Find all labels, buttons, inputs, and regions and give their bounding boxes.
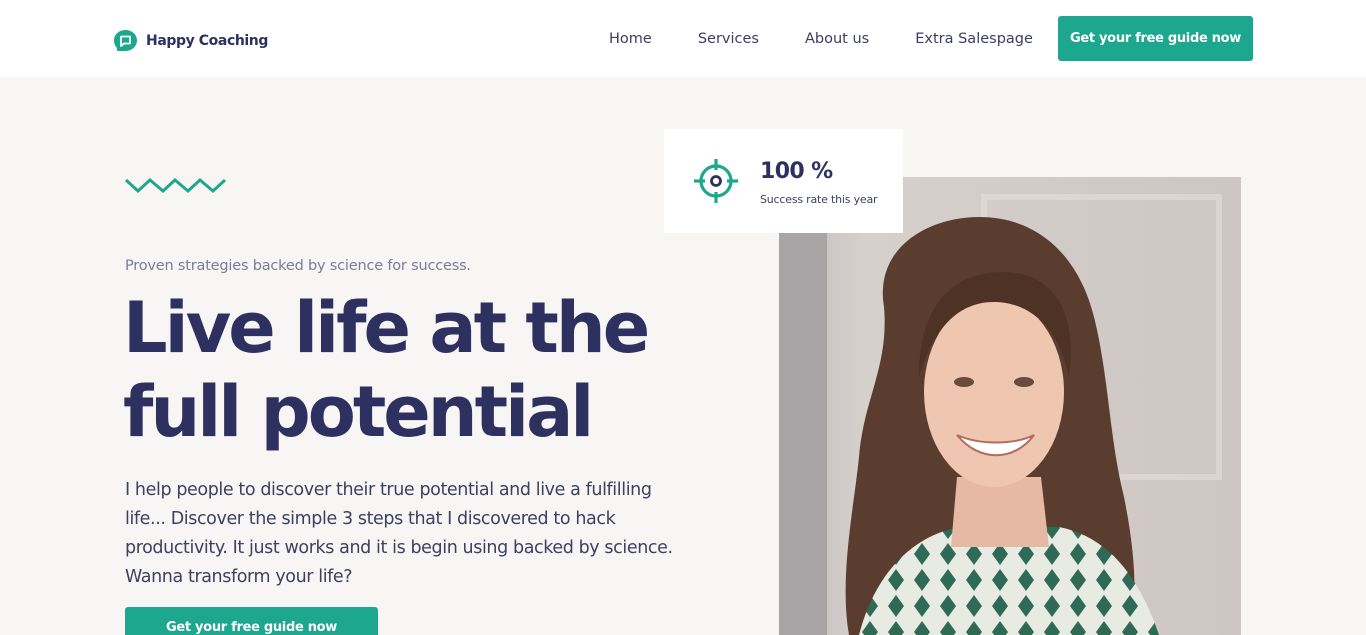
nav-about-us[interactable]: About us (805, 31, 869, 47)
hero-intro: I help people to discover their true pot… (125, 480, 673, 587)
site-header: Happy Coaching Home Services About us Ex… (0, 0, 1366, 77)
target-icon (694, 159, 738, 203)
main-nav: Home Services About us Extra Salespage (609, 0, 1079, 77)
nav-home[interactable]: Home (609, 31, 652, 47)
nav-services[interactable]: Services (698, 31, 759, 47)
chat-bubble-icon (114, 30, 137, 51)
zigzag-decoration-icon (125, 178, 226, 194)
header-guide-button[interactable]: Get your free guide now (1058, 16, 1253, 61)
hero-eyebrow: Proven strategies backed by science for … (125, 258, 471, 274)
brand-logo[interactable]: Happy Coaching (113, 29, 268, 53)
hero-guide-button[interactable]: Get your free guide now (125, 607, 378, 635)
success-rate-card: 100 % Success rate this year (664, 129, 903, 233)
success-rate-value: 100 % (760, 159, 833, 184)
hero-headline: Live life at the full potential (123, 287, 650, 453)
nav-extra-salespage[interactable]: Extra Salespage (915, 31, 1033, 47)
coach-portrait-image (779, 177, 1241, 635)
success-rate-label: Success rate this year (760, 193, 878, 206)
brand-name: Happy Coaching (146, 33, 268, 49)
